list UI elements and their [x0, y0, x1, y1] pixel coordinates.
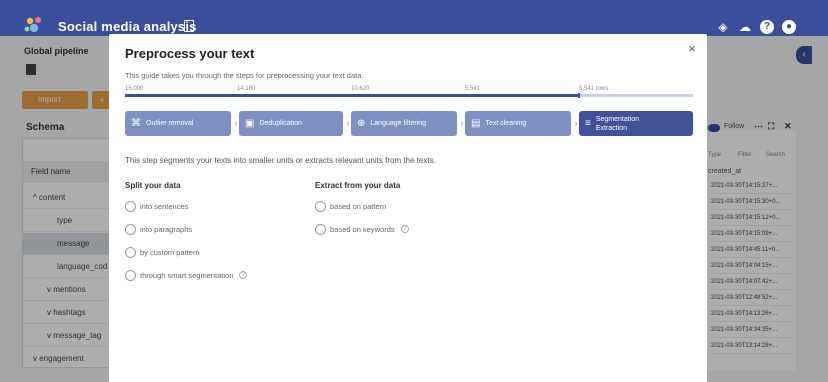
- radio-button[interactable]: [315, 200, 326, 212]
- help-icon[interactable]: ?: [239, 271, 248, 279]
- app-title: Social media analysis: [58, 19, 197, 34]
- progress-tick-label: 5,541: [465, 86, 481, 92]
- step-label: Language filtering: [370, 120, 427, 127]
- radio-button[interactable]: [125, 246, 136, 258]
- deduplication-icon: ▣: [245, 118, 255, 129]
- cloud-upload-icon[interactable]: ☁: [738, 20, 752, 34]
- step-label: Segmentation Extraction: [595, 115, 640, 132]
- layers-icon[interactable]: ◈: [716, 20, 730, 34]
- close-button[interactable]: ×: [685, 42, 699, 56]
- step-outlier-removal[interactable]: ⌘ Outlier removal: [125, 111, 231, 136]
- radio-button[interactable]: [125, 223, 136, 235]
- step-language-filtering[interactable]: ⊕ Language filtering: [351, 111, 457, 136]
- step-segmentation-extraction[interactable]: ≡ Segmentation Extraction: [579, 111, 693, 136]
- guide-text: This guide takes you through the steps f…: [125, 71, 364, 80]
- outlier-icon: ⌘: [131, 118, 141, 129]
- radio-button[interactable]: [125, 269, 136, 281]
- progress-fill: [125, 94, 580, 97]
- document-icon[interactable]: [184, 20, 194, 32]
- rows-progress-bar: [125, 93, 693, 98]
- split-section-title: Split your data: [125, 181, 181, 190]
- radio-by-custom-pattern[interactable]: by custom pattern: [125, 246, 200, 258]
- radio-button[interactable]: [125, 200, 136, 212]
- step-description: This step segments your texts into small…: [125, 156, 436, 165]
- step-text-cleaning[interactable]: ▤ Text cleaning: [465, 111, 571, 136]
- help-icon[interactable]: ?: [400, 225, 409, 233]
- app-logo-icon: [24, 17, 41, 33]
- progress-tick-label: 10,620: [351, 86, 370, 92]
- step-label: Outlier removal: [146, 120, 194, 127]
- radio-smart-segmentation[interactable]: through smart segmentation ?: [125, 269, 248, 281]
- radio-button[interactable]: [315, 223, 326, 235]
- preprocess-modal: Preprocess your text × This guide takes …: [109, 34, 707, 382]
- progress-tick-label: 5,541 rows: [579, 86, 609, 92]
- radio-based-on-pattern[interactable]: based on pattern: [315, 200, 386, 212]
- radio-based-on-keywords[interactable]: based on keywords ?: [315, 223, 409, 235]
- user-icon[interactable]: ●: [782, 20, 796, 34]
- extract-section-title: Extract from your data: [315, 181, 401, 190]
- progress-tick-label: 14,180: [237, 86, 256, 92]
- step-label: Deduplication: [259, 120, 302, 127]
- progress-marker: [578, 93, 581, 98]
- step-deduplication[interactable]: ▣ Deduplication: [239, 111, 343, 136]
- text-cleaning-icon: ▤: [471, 118, 481, 129]
- globe-icon: ⊕: [357, 118, 366, 129]
- radio-into-paragraphs[interactable]: into paragraphs: [125, 223, 192, 235]
- step-label: Text cleaning: [485, 120, 527, 127]
- progress-tick-label: 15,000: [125, 86, 144, 92]
- app-header: Social media analysis ◈ ☁ ? ●: [0, 0, 828, 36]
- segmentation-icon: ≡: [585, 118, 591, 129]
- help-icon[interactable]: ?: [760, 20, 774, 34]
- radio-into-sentences[interactable]: into sentences: [125, 200, 188, 212]
- modal-title: Preprocess your text: [125, 46, 255, 61]
